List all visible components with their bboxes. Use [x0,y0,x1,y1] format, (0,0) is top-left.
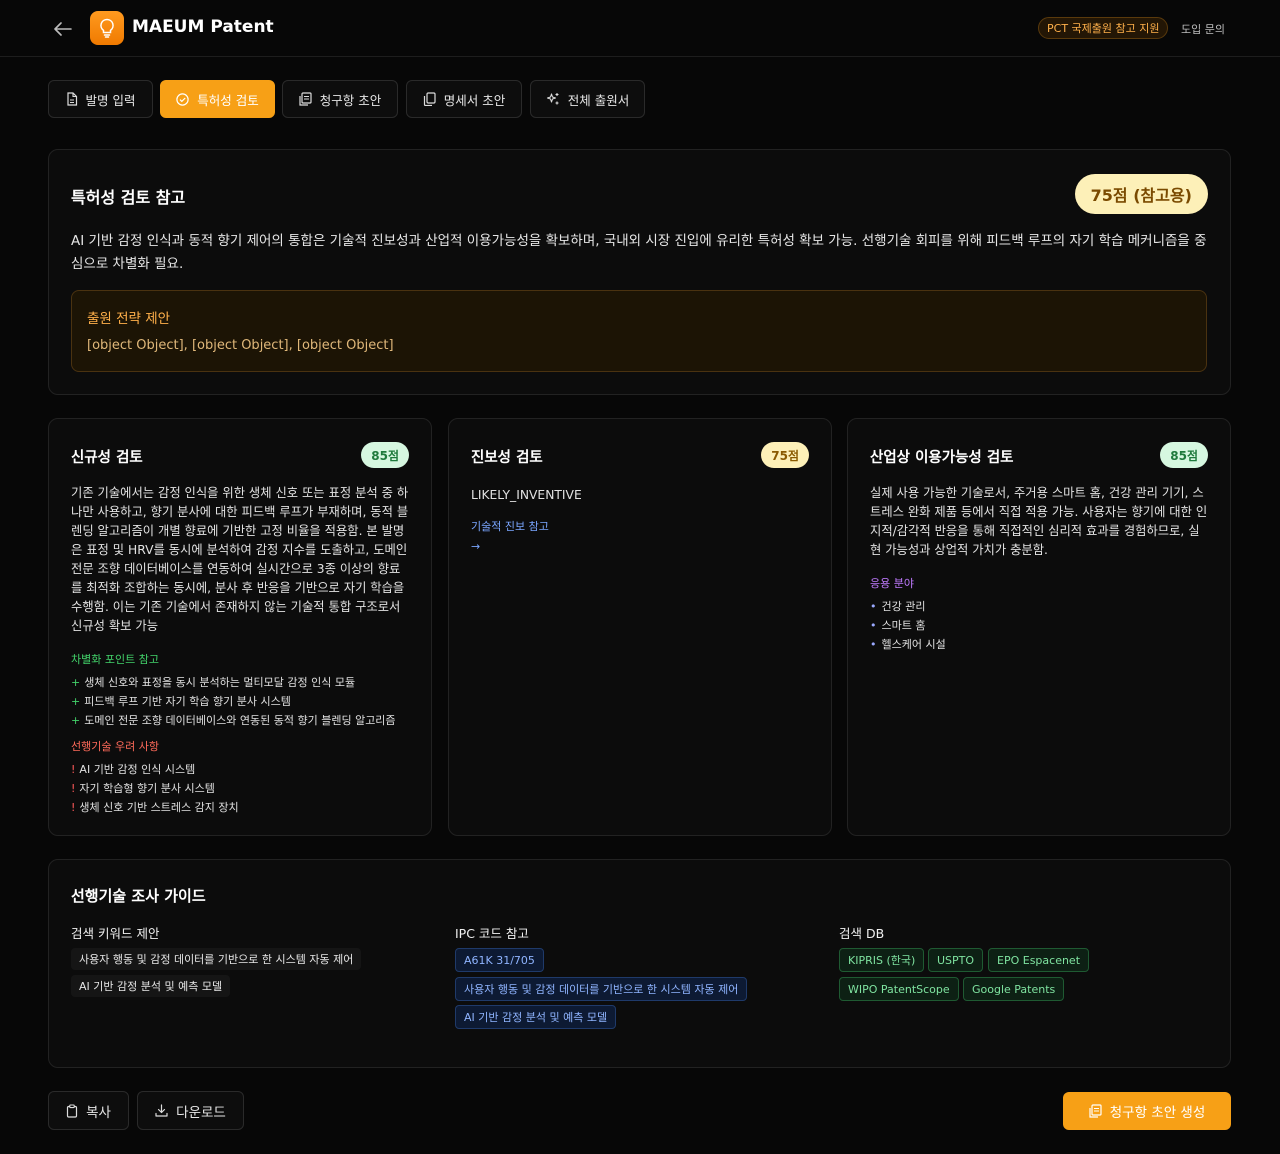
summary-title: 특허성 검토 참고 [71,188,186,207]
inventive-score-badge: 75점 [761,442,809,468]
db-chip-epo[interactable]: EPO Espacenet [988,948,1090,972]
list-item: ! 자기 학습형 향기 분사 시스템 [71,782,215,795]
ipc-title: IPC 코드 참고 [455,926,529,941]
clipboard-icon [66,1103,78,1118]
tab-specification-draft[interactable]: 명세서 초안 [406,80,522,118]
list-item: ! AI 기반 감정 인식 시스템 [71,763,196,776]
copy-icon [423,92,436,106]
list-item: + 피드백 루프 기반 자기 학습 향기 분사 시스템 [71,695,291,708]
industrial-score-badge: 85점 [1160,442,1208,468]
app-title: MAEUM Patent [132,17,274,37]
db-chip-wipo[interactable]: WIPO PatentScope [839,977,959,1001]
inventive-step-card: 진보성 검토 75점 LIKELY_INVENTIVE 기술적 진보 참고 → [448,418,832,836]
inventive-title: 진보성 검토 [471,450,543,466]
search-db-title: 검색 DB [839,926,885,941]
novelty-review-card: 신규성 검토 85점 기존 기술에서는 감정 인식을 위한 생체 신호 또는 표… [48,418,432,836]
inventive-verdict: LIKELY_INVENTIVE [471,488,582,502]
list-item: + 생체 신호와 표정을 동시 분석하는 멀티모달 감정 인식 모듈 [71,676,356,689]
differentiation-title: 차별화 포인트 참고 [71,653,159,666]
patentability-summary-card: 특허성 검토 참고 75점 (참고용) AI 기반 감정 인식과 동적 향기 제… [48,149,1231,395]
contact-link[interactable]: 도입 문의 [1181,21,1225,37]
download-label: 다운로드 [176,1104,226,1121]
tab-full-application[interactable]: 전체 출원서 [530,80,645,118]
clipboard-icon [299,92,312,106]
list-item: • 스마트 홈 [870,619,926,632]
ipc-code-chip[interactable]: 사용자 행동 및 감정 데이터를 기반으로 한 시스템 자동 제어 [455,977,748,1001]
tab-invention-input[interactable]: 발명 입력 [48,80,153,118]
download-button[interactable]: 다운로드 [137,1091,244,1130]
lightbulb-logo-icon [90,11,124,45]
ipc-code-chip[interactable]: A61K 31/705 [455,948,544,972]
prior-art-concerns-title: 선행기술 우려 사항 [71,740,159,753]
strategy-title: 출원 전략 제안 [87,311,171,327]
list-item: • 건강 관리 [870,600,926,613]
industrial-body: 실제 사용 가능한 기술로서, 주거용 스마트 홈, 건강 관리 기기, 스트레… [870,486,1208,557]
download-icon [155,1104,168,1117]
overall-score-badge: 75점 (참고용) [1074,174,1208,214]
keyword-chip[interactable]: AI 기반 감정 분석 및 예측 모델 [71,975,231,997]
clipboard-icon [1089,1104,1102,1118]
arrow-right-icon: → [471,540,481,553]
check-circle-icon [176,92,189,106]
generate-claims-button[interactable]: 청구항 초안 생성 [1063,1092,1231,1130]
list-item: • 헬스케어 시설 [870,638,946,651]
tab-label: 청구항 초안 [319,92,382,108]
list-item: + 도메인 전문 조향 데이터베이스와 연동된 동적 향기 블렌딩 알고리즘 [71,714,396,727]
keyword-chip[interactable]: 사용자 행동 및 감정 데이터를 기반으로 한 시스템 자동 제어 [71,948,362,970]
tab-label: 명세서 초안 [443,92,506,108]
technical-advance-title: 기술적 진보 참고 [471,520,549,533]
generate-claims-label: 청구항 초안 생성 [1109,1105,1206,1121]
pct-badge: PCT 국제출원 참고 지원 [1038,17,1169,39]
prior-art-guide-card: 선행기술 조사 가이드 검색 키워드 제안 사용자 행동 및 감정 데이터를 기… [48,859,1231,1068]
app-header: MAEUM Patent PCT 국제출원 참고 지원 도입 문의 [0,0,1280,57]
db-chip-uspto[interactable]: USPTO [928,948,984,972]
prior-art-title: 선행기술 조사 가이드 [71,887,206,905]
tab-label: 발명 입력 [85,92,136,108]
tab-label: 특허성 검토 [197,92,259,108]
db-chip-google[interactable]: Google Patents [963,977,1065,1001]
tab-label: 전체 출원서 [567,92,630,108]
strategy-text: [object Object], [object Object], [objec… [87,338,394,353]
tab-patentability-review[interactable]: 특허성 검토 [160,80,275,118]
novelty-body: 기존 기술에서는 감정 인식을 위한 생체 신호 또는 표정 분석 중 하나만 … [71,486,409,633]
summary-text: AI 기반 감정 인식과 동적 향기 제어의 통합은 기술적 진보성과 산업적 … [71,233,1207,272]
industrial-title: 산업상 이용가능성 검토 [870,450,1014,466]
back-arrow-icon[interactable] [52,18,74,40]
industrial-applicability-card: 산업상 이용가능성 검토 85점 실제 사용 가능한 기술로서, 주거용 스마트… [847,418,1231,836]
list-item: ! 생체 신호 기반 스트레스 감지 장치 [71,801,239,814]
novelty-title: 신규성 검토 [71,450,143,466]
document-icon [66,92,77,106]
filing-strategy-box: 출원 전략 제안 [object Object], [object Object… [71,290,1207,372]
copy-button[interactable]: 복사 [48,1091,129,1130]
tab-claims-draft[interactable]: 청구항 초안 [282,80,398,118]
application-fields-title: 응용 분야 [870,577,914,590]
ipc-code-chip[interactable]: AI 기반 감정 분석 및 예측 모델 [455,1005,617,1029]
db-chip-kipris[interactable]: KIPRIS (한국) [839,948,925,972]
keywords-title: 검색 키워드 제안 [71,926,160,941]
novelty-score-badge: 85점 [361,442,409,468]
sparkles-icon [546,93,559,105]
copy-label: 복사 [86,1104,111,1121]
